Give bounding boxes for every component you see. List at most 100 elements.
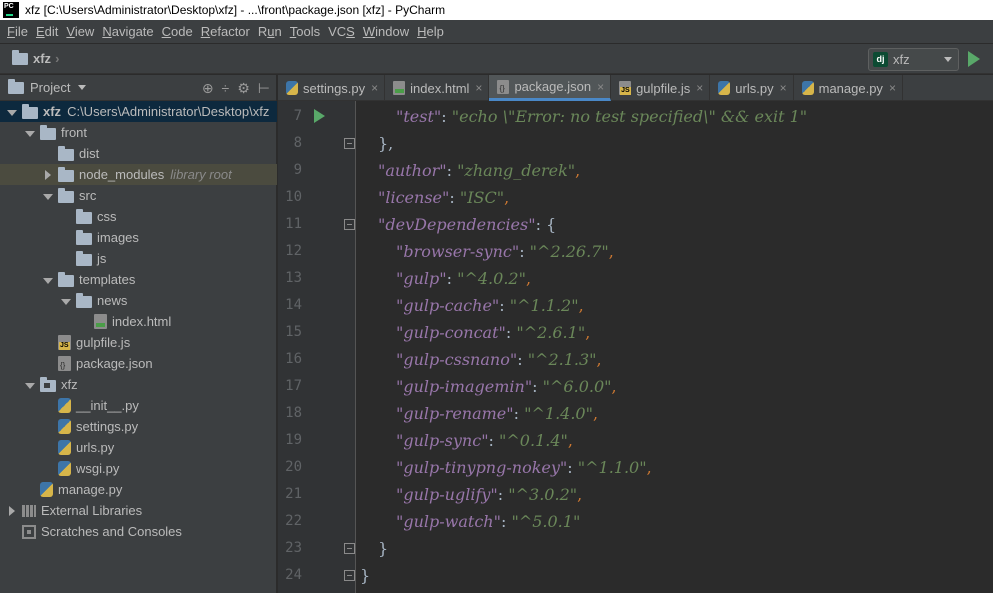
project-view-selector[interactable]: Project [30, 80, 70, 95]
close-icon[interactable]: × [889, 81, 896, 95]
tree-item[interactable]: xfz C:\Users\Administrator\Desktop\xfz [0, 101, 277, 122]
code-quote: " [639, 458, 647, 477]
fold-icon[interactable] [344, 138, 355, 149]
tree-item[interactable]: templates [0, 269, 277, 290]
menu-item[interactable]: Help [413, 24, 448, 39]
code-colon: : [500, 512, 512, 531]
tree-item[interactable]: news [0, 290, 277, 311]
tree-item[interactable]: package.json [0, 353, 277, 374]
tree-item[interactable]: Scratches and Consoles [0, 521, 277, 542]
tree-item[interactable]: __init__.py [0, 395, 277, 416]
pycharm-logo-icon: PC [3, 2, 19, 18]
tree-item[interactable]: front [0, 122, 277, 143]
menu-item[interactable]: Navigate [98, 24, 157, 39]
tree-item[interactable]: dist [0, 143, 277, 164]
locate-icon[interactable]: ⊕ [202, 80, 214, 97]
run-button[interactable] [968, 51, 980, 67]
menu-item[interactable]: Edit [32, 24, 62, 39]
expanded-arrow-icon[interactable] [6, 107, 17, 117]
expanded-arrow-icon[interactable] [60, 296, 71, 306]
line-number: 14 [285, 297, 302, 313]
menu-item[interactable]: Window [359, 24, 413, 39]
code-quote: " [498, 323, 506, 342]
nav-breadcrumb-project[interactable]: xfz › [12, 49, 60, 66]
chevron-down-icon[interactable] [78, 85, 87, 90]
code-editor[interactable]: "test": "echo \"Error: no test specified… [357, 101, 993, 593]
menu-label-part: ode [171, 24, 193, 39]
tree-item[interactable]: xfz [0, 374, 277, 395]
tree-item-label: css [97, 209, 117, 224]
json-value: ISC [467, 188, 497, 207]
tree-item[interactable]: index.html [0, 311, 277, 332]
line-number: 18 [285, 405, 302, 421]
menu-item[interactable]: File [3, 24, 32, 39]
django-icon: dj [873, 52, 888, 67]
editor-tab-label: index.html [410, 80, 470, 96]
close-icon[interactable]: × [780, 81, 787, 95]
gear-icon[interactable]: ⚙ [237, 80, 250, 97]
menu-item[interactable]: Tools [286, 24, 324, 39]
menu-label-part: VC [328, 24, 347, 39]
tree-item[interactable]: css [0, 206, 277, 227]
close-icon[interactable]: × [597, 80, 604, 94]
close-icon[interactable]: × [696, 81, 703, 95]
tree-item[interactable]: gulpfile.js [0, 332, 277, 353]
menu-item[interactable]: Run [254, 24, 286, 39]
tree-item[interactable]: js [0, 248, 277, 269]
expanded-arrow-icon[interactable] [42, 191, 53, 201]
close-icon[interactable]: × [371, 81, 378, 95]
menu-item[interactable]: View [62, 24, 98, 39]
hide-panel-icon[interactable]: ⊢ [258, 80, 270, 97]
menu-item[interactable]: VCS [324, 24, 359, 39]
menu-item[interactable]: Code [158, 24, 197, 39]
json-key: gulp-cssnano [403, 350, 510, 369]
project-tool-window: Project ⊕ ÷ ⚙ ⊢ xfz C:\Users\Administrato… [0, 75, 277, 593]
line-number: 16 [285, 351, 302, 367]
code-line: "gulp-watch": "^5.0.1" [357, 508, 993, 535]
editor-tab[interactable]: index.html × [385, 75, 490, 101]
editor-tab[interactable]: package.json × [489, 75, 612, 101]
fold-icon[interactable] [344, 543, 355, 554]
tree-item[interactable]: urls.py [0, 437, 277, 458]
code-quote: " [451, 107, 460, 126]
tree-item-label: images [97, 230, 139, 245]
menu-label-part: ools [296, 24, 321, 39]
line-number: 10 [285, 189, 302, 205]
menu-label-part: R [257, 24, 268, 39]
editor-tab[interactable]: settings.py × [278, 75, 386, 101]
tree-item[interactable]: settings.py [0, 416, 277, 437]
editor-tab[interactable]: urls.py × [710, 75, 794, 101]
tree-item[interactable]: src [0, 185, 277, 206]
run-configuration-select[interactable]: dj xfz [868, 48, 959, 71]
fold-icon[interactable] [344, 219, 355, 230]
tree-item[interactable]: External Libraries [0, 500, 277, 521]
tree-item[interactable]: node_modules library root [0, 164, 277, 185]
editor-tab[interactable]: manage.py × [794, 75, 903, 101]
tree-item[interactable]: manage.py [0, 479, 277, 500]
editor-tab[interactable]: gulpfile.js × [611, 75, 711, 101]
json-key: browser-sync [403, 242, 512, 261]
expanded-arrow-icon[interactable] [24, 380, 35, 390]
collapsed-arrow-icon[interactable] [42, 169, 52, 180]
collapse-all-icon[interactable]: ÷ [222, 80, 230, 97]
menu-mnemonic: S [346, 24, 355, 39]
code-line: "gulp-rename": "^1.4.0", [357, 400, 993, 427]
fold-icon[interactable] [344, 570, 355, 581]
json-value: ^5.0.1 [518, 512, 573, 531]
menu-item[interactable]: Refactor [197, 24, 254, 39]
collapsed-arrow-icon[interactable] [6, 505, 16, 516]
json-key: gulp-rename [403, 404, 507, 423]
code-quote: " [508, 485, 516, 504]
tree-item[interactable]: wsgi.py [0, 458, 277, 479]
code-line: "gulp-cssnano": "^2.1.3", [357, 346, 993, 373]
menu-label-part: n [274, 24, 282, 39]
run-script-icon[interactable] [314, 109, 325, 123]
editor-tab-label: package.json [514, 79, 592, 94]
expanded-arrow-icon[interactable] [24, 128, 35, 138]
code-colon: : [499, 296, 510, 315]
chevron-right-icon: › [55, 51, 60, 66]
close-icon[interactable]: × [475, 81, 482, 95]
tree-item[interactable]: images [0, 227, 277, 248]
code-comma: , [575, 161, 581, 180]
expanded-arrow-icon[interactable] [42, 275, 53, 285]
